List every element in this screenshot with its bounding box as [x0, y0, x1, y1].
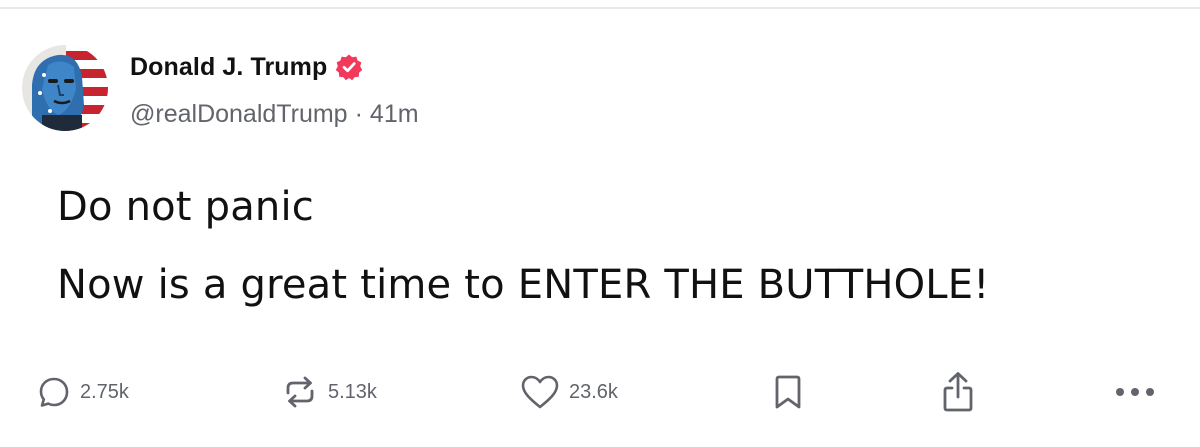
repost-icon — [286, 376, 314, 408]
more-options-button[interactable] — [1113, 367, 1157, 417]
post-body: Do not panic Now is a great time to ENTE… — [57, 183, 1177, 309]
bookmark-button[interactable] — [770, 367, 806, 417]
post-text-line: Now is a great time to ENTER THE BUTTHOL… — [57, 262, 990, 308]
reply-icon — [39, 377, 69, 407]
post-text-line: Do not panic — [57, 184, 314, 230]
reply-count: 2.75k — [80, 380, 129, 403]
post-card: Donald J. Trump @realDonaldTrump · 41m D… — [0, 0, 1200, 447]
bookmark-icon — [775, 375, 801, 409]
avatar[interactable] — [22, 45, 108, 131]
like-count: 23.6k — [569, 380, 618, 403]
author-handle[interactable]: @realDonaldTrump — [130, 100, 348, 129]
like-button[interactable]: 23.6k — [519, 367, 618, 417]
post-timestamp[interactable]: 41m — [370, 100, 419, 129]
avatar-image — [22, 45, 108, 131]
reply-button[interactable]: 2.75k — [36, 367, 129, 417]
meta-separator: · — [354, 99, 363, 128]
repost-button[interactable]: 5.13k — [280, 367, 377, 417]
verified-badge-icon — [335, 53, 363, 81]
more-icon — [1116, 388, 1154, 396]
share-button[interactable] — [938, 367, 978, 417]
share-icon — [943, 372, 973, 412]
post-header: Donald J. Trump @realDonaldTrump · 41m — [130, 50, 419, 131]
repost-count: 5.13k — [328, 380, 377, 403]
handle-row: @realDonaldTrump · 41m — [130, 97, 419, 131]
action-bar: 2.75k 5.13k 23.6k — [0, 367, 1200, 417]
name-row: Donald J. Trump — [130, 50, 419, 84]
author-display-name[interactable]: Donald J. Trump — [130, 53, 327, 82]
heart-icon — [521, 375, 559, 409]
